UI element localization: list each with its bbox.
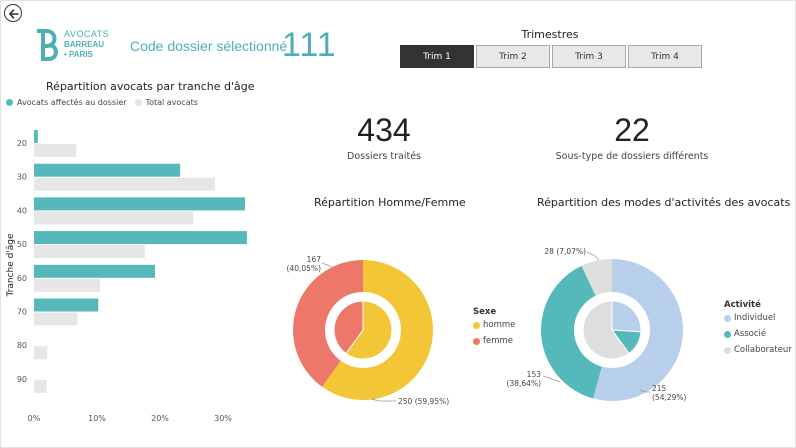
legend-item-collaborateur[interactable]: Collaborateur	[724, 345, 792, 355]
pie-charts: 250 (59,95%) 167(40,05%) 215(54,29%) 153(38…	[287, 247, 687, 406]
data-label-individuel: (54,29%)	[652, 393, 687, 402]
legend-item-associe[interactable]: Associé	[724, 329, 766, 339]
data-label-collaborateur: 28 (7,07%)	[544, 247, 586, 256]
legend-dot-homme	[473, 321, 480, 329]
data-label-individuel: 215	[652, 384, 667, 393]
data-label-associé: (38,64%)	[507, 379, 542, 388]
legend-item-femme[interactable]: femme	[473, 336, 513, 346]
data-label-femme: (40,05%)	[287, 264, 322, 273]
legend-dot-associe	[724, 330, 731, 338]
legend-label-collaborateur: Collaborateur	[734, 345, 792, 355]
legend-label-individuel: Individuel	[734, 313, 776, 323]
legend-label-femme: femme	[483, 336, 514, 346]
legend-label-associe: Associé	[734, 329, 767, 339]
data-label-homme: 250 (59,95%)	[398, 397, 449, 406]
data-label-femme: 167	[307, 255, 322, 264]
gender-legend-title: Sexe	[473, 307, 497, 317]
legend-dot-individuel	[724, 314, 731, 322]
data-label-associé: 153	[527, 370, 542, 379]
leader-line	[370, 398, 396, 402]
leader-line	[542, 375, 561, 383]
leader-line	[586, 251, 600, 261]
legend-item-individuel[interactable]: Individuel	[724, 313, 775, 323]
legend-item-homme[interactable]: homme	[473, 320, 515, 330]
legend-dot-collaborateur	[724, 346, 731, 354]
legend-label-homme: homme	[483, 320, 516, 330]
activity-legend-title: Activité	[724, 300, 761, 310]
legend-dot-femme	[473, 337, 480, 345]
